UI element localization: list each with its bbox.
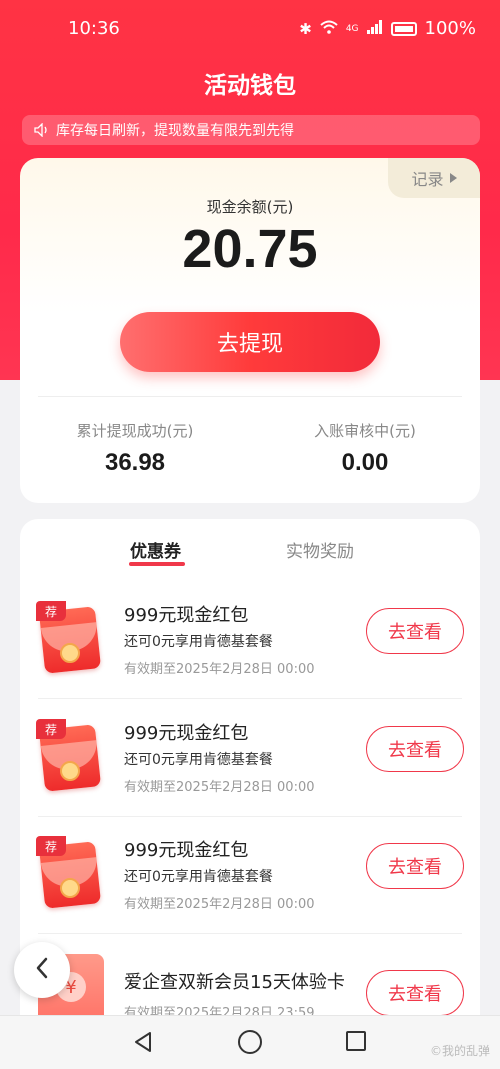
coupon-expiry: 有效期至2025年2月28日 00:00 (124, 662, 315, 677)
battery-icon (390, 21, 417, 36)
coupon-expiry: 有效期至2025年2月28日 00:00 (124, 897, 315, 912)
red-envelope-icon: 荐 (36, 601, 102, 674)
balance-value: 20.75 (182, 219, 318, 279)
system-nav-bar (0, 1015, 500, 1069)
wifi-icon (320, 18, 338, 39)
status-icons: ✱ 4G 100% (299, 18, 476, 39)
coupon-desc: 还可0元享用肯德基套餐 (124, 752, 273, 768)
view-button[interactable]: 去查看 (366, 726, 464, 772)
notice-bar: 库存每日刷新，提现数量有限先到先得 (22, 115, 480, 145)
tab-coupons[interactable]: 优惠券 (130, 537, 181, 562)
coupon-title: 999元现金红包 (124, 723, 249, 744)
withdraw-button[interactable]: 去提现 (120, 312, 380, 372)
records-button[interactable]: 记录 (388, 158, 480, 198)
tab-active-indicator (129, 562, 185, 566)
list-item: 荐 999元现金红包 还可0元享用肯德基套餐 有效期至2025年2月28日 00… (20, 699, 480, 817)
total-withdrawn-label: 累计提现成功(元) (76, 422, 194, 440)
view-button[interactable]: 去查看 (366, 970, 464, 1016)
pending-value: 0.00 (341, 449, 389, 476)
red-envelope-icon: 荐 (36, 719, 102, 792)
total-withdrawn-value: 36.98 (104, 449, 166, 476)
back-floating-button[interactable] (14, 942, 70, 998)
divider (38, 396, 462, 397)
tab-physical-rewards[interactable]: 实物奖励 (286, 537, 354, 562)
view-button[interactable]: 去查看 (366, 608, 464, 654)
coupon-desc: 还可0元享用肯德基套餐 (124, 634, 273, 650)
balance-card: 记录 现金余额(元) 20.75 去提现 累计提现成功(元) 36.98 入账审… (20, 158, 480, 503)
coupon-desc: 还可0元享用肯德基套餐 (124, 869, 273, 885)
list-item: 荐 999元现金红包 还可0元享用肯德基套餐 有效期至2025年2月28日 00… (20, 581, 480, 699)
battery-level: 100% (424, 18, 476, 39)
nav-recent-icon[interactable] (346, 1031, 366, 1051)
records-label: 记录 (411, 170, 444, 189)
pending-stat: 入账审核中(元) 0.00 (250, 420, 480, 477)
page-title: 活动钱包 (204, 73, 296, 99)
speaker-icon (34, 123, 50, 137)
pending-label: 入账审核中(元) (314, 422, 416, 440)
coupon-card: 优惠券 实物奖励 荐 999元现金红包 还可0元享用肯德基套餐 有效期至2025… (20, 519, 480, 1069)
nav-home-icon[interactable] (238, 1030, 262, 1054)
notice-text: 库存每日刷新，提现数量有限先到先得 (56, 123, 294, 139)
total-withdrawn-stat: 累计提现成功(元) 36.98 (20, 420, 250, 477)
balance-label: 现金余额(元) (206, 198, 294, 216)
nav-back-icon[interactable] (131, 1030, 155, 1058)
chevron-left-icon (34, 956, 50, 984)
coupon-title: 爱企查双新会员15天体验卡 (124, 972, 345, 993)
signal-icon (366, 18, 383, 39)
status-time: 10:36 (68, 18, 120, 39)
status-bar: 10:36 ✱ 4G 100% (0, 0, 500, 60)
view-button[interactable]: 去查看 (366, 843, 464, 889)
list-item: 荐 999元现金红包 还可0元享用肯德基套餐 有效期至2025年2月28日 00… (20, 816, 480, 934)
bluetooth-icon: ✱ (299, 19, 312, 38)
triangle-right-icon (449, 173, 457, 183)
coupon-expiry: 有效期至2025年2月28日 00:00 (124, 780, 315, 795)
recommend-tag: 荐 (36, 836, 66, 856)
network-label: 4G (345, 23, 359, 34)
coupon-title: 999元现金红包 (124, 840, 249, 861)
coupon-title: 999元现金红包 (124, 605, 249, 626)
red-envelope-icon: 荐 (36, 836, 102, 909)
recommend-tag: 荐 (36, 601, 66, 621)
watermark: ©我的乱弹 (429, 1044, 490, 1058)
recommend-tag: 荐 (36, 719, 66, 739)
